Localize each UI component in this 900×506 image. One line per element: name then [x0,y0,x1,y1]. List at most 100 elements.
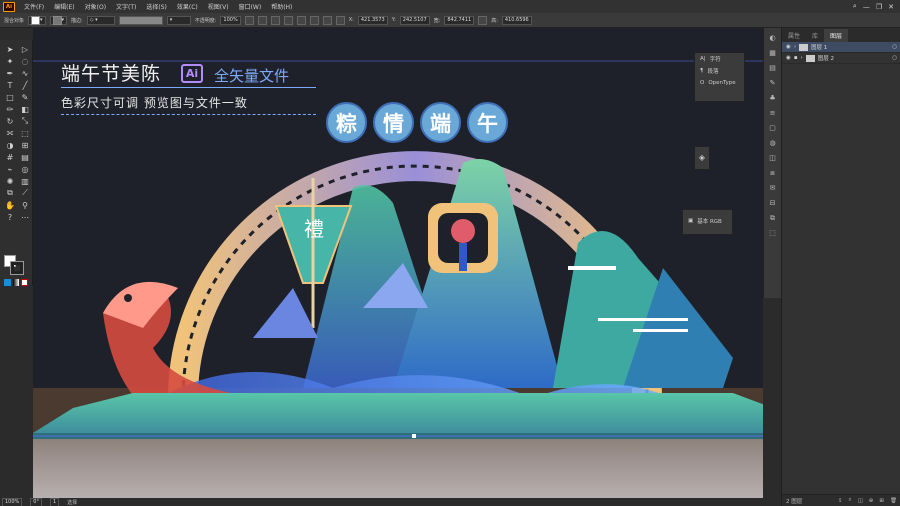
magic-wand-tool-icon[interactable]: ✦ [4,56,16,66]
layer-name[interactable]: 图层 1 [811,43,827,51]
align-icon[interactable]: ⊟ [767,198,779,208]
canvas-area[interactable]: 禮 端午节美陈 Ai 全矢量文件 色彩尺寸可调 预览图与文件一致 粽 情 端 午 [33,28,763,498]
artboard-tool-icon[interactable]: ⧉ [4,188,16,198]
pen-tool-icon[interactable]: ✒ [4,68,16,78]
align-bottom-icon[interactable] [322,15,332,25]
rectangle-tool-icon[interactable]: □ [4,92,16,102]
align-right-icon[interactable] [283,15,293,25]
symbol-sprayer-tool-icon[interactable]: ✺ [4,176,16,186]
brush-definition[interactable] [118,15,163,25]
type-tool-icon[interactable]: T [4,80,16,90]
hand-tool-icon[interactable]: ✋ [4,200,16,210]
delete-layer-icon[interactable]: 🗑 [890,498,897,504]
opentype-panel-item[interactable]: O OpenType [695,77,744,89]
symbols-icon[interactable]: ♣ [767,93,779,103]
color-guide-icon[interactable]: ▦ [767,48,779,58]
color-mode-icon[interactable] [4,279,11,286]
transform-icon[interactable] [335,15,345,25]
rotate-tool-icon[interactable]: ↻ [4,116,16,126]
gradient-tool-icon[interactable]: ▤ [19,152,31,162]
width-tool-icon[interactable]: ⟗ [4,128,16,138]
column-graph-tool-icon[interactable]: ▥ [19,176,31,186]
align-center-icon[interactable] [270,15,280,25]
layer-name[interactable]: 图层 2 [818,54,834,62]
rotation-field[interactable]: 0° [30,497,42,506]
pathfinder-icon[interactable]: ⧉ [767,213,779,223]
more-tools-icon[interactable]: ⋯ [19,212,31,222]
tab-libraries[interactable]: 库 [806,29,824,42]
appearance-icon[interactable]: ◫ [767,153,779,163]
help-icon[interactable]: ? [4,212,16,222]
mesh-tool-icon[interactable]: # [4,152,16,162]
transparency-icon[interactable]: ◍ [767,138,779,148]
locate-object-icon[interactable]: ⌕ [849,497,852,504]
menu-help[interactable]: 帮助(H) [266,2,297,11]
gradient-icon[interactable]: ▢ [767,123,779,133]
visibility-eye-icon[interactable]: ◉ [786,44,791,50]
height-field[interactable]: 410.6596 [501,15,532,25]
x-field[interactable]: 421.3573 [357,15,388,25]
paintbrush-tool-icon[interactable]: ✎ [19,92,31,102]
new-sublayer-icon[interactable]: ⊕ [869,498,874,504]
menu-view[interactable]: 视图(V) [203,2,234,11]
line-tool-icon[interactable]: ╱ [19,80,31,90]
brushes-icon[interactable]: ✎ [767,78,779,88]
direct-selection-tool-icon[interactable]: ▷ [19,44,31,54]
blend-tool-icon[interactable]: ◎ [19,164,31,174]
opacity-field[interactable]: 100% [220,15,241,25]
curvature-tool-icon[interactable]: ∿ [19,68,31,78]
close-icon[interactable]: ✕ [888,3,894,11]
new-layer-icon[interactable]: ⊞ [879,498,884,504]
style-dropdown[interactable]: ▾ [166,15,191,25]
shape-builder-tool-icon[interactable]: ◑ [4,140,16,150]
artboard[interactable]: 禮 端午节美陈 Ai 全矢量文件 色彩尺寸可调 预览图与文件一致 粽 情 端 午 [33,28,763,498]
menu-select[interactable]: 选择(S) [141,2,172,11]
menu-edit[interactable]: 编辑(E) [49,2,79,11]
3d-panel-icon[interactable]: ◈ [694,146,710,170]
target-circle-icon[interactable]: ○ [892,44,897,50]
lasso-tool-icon[interactable]: ◌ [19,56,31,66]
recolor-icon[interactable] [244,15,254,25]
layer-row[interactable]: ◉ › 图层 1 ○ [782,42,900,53]
gradient-mode-icon[interactable] [12,279,20,286]
stroke-icon[interactable]: ≡ [767,108,779,118]
selection-tool-icon[interactable]: ➤ [4,44,16,54]
expand-chevron-icon[interactable]: › [801,55,803,61]
zoom-field[interactable]: 100% [2,497,23,506]
layer-row[interactable]: ◉ ▪ › 图层 2 ○ [782,53,900,64]
slice-tool-icon[interactable]: ⟋ [19,188,31,198]
minimize-icon[interactable]: — [863,3,870,11]
align-middle-icon[interactable] [309,15,319,25]
free-transform-tool-icon[interactable]: ⬚ [19,128,31,138]
tab-layers[interactable]: 图层 [824,29,849,42]
expand-chevron-icon[interactable]: › [794,44,796,50]
y-field[interactable]: 242.5107 [399,15,430,25]
comments-icon[interactable]: ✉ [767,183,779,193]
stroke-swatch[interactable]: ▾ [49,15,68,25]
swatches-icon[interactable]: ▤ [767,63,779,73]
pencil-tool-icon[interactable]: ✏ [4,104,16,114]
menu-type[interactable]: 文字(T) [111,2,141,11]
menu-window[interactable]: 窗口(W) [234,2,267,11]
align-left-icon[interactable] [257,15,267,25]
scale-tool-icon[interactable]: ⤡ [19,116,31,126]
menu-file[interactable]: 文件(F) [19,2,49,11]
transform-panel-icon[interactable]: ⬚ [767,228,779,238]
visibility-eye-icon[interactable]: ◉ [786,55,791,61]
eyedropper-tool-icon[interactable]: ⌁ [4,164,16,174]
character-panel-item[interactable]: A| 字符 [695,53,744,65]
eraser-tool-icon[interactable]: ◧ [19,104,31,114]
tab-properties[interactable]: 属性 [782,29,806,42]
search-icon[interactable]: ⌕ [853,2,857,11]
width-field[interactable]: 842.7411 [444,15,475,25]
restore-icon[interactable]: ❐ [876,3,882,11]
color-icon[interactable]: ◐ [767,33,779,43]
lock-icon[interactable]: ▪ [794,55,798,61]
link-icon[interactable] [478,15,488,25]
zoom-tool-icon[interactable]: ⚲ [19,200,31,210]
paragraph-panel-item[interactable]: ¶ 段落 [695,65,744,77]
graphic-styles-icon[interactable]: ⧈ [767,168,779,178]
fill-stroke-widget[interactable] [4,255,28,286]
basic-rgb-item[interactable]: ▣ 基本 RGB [683,215,732,227]
menu-effect[interactable]: 效果(C) [172,2,203,11]
